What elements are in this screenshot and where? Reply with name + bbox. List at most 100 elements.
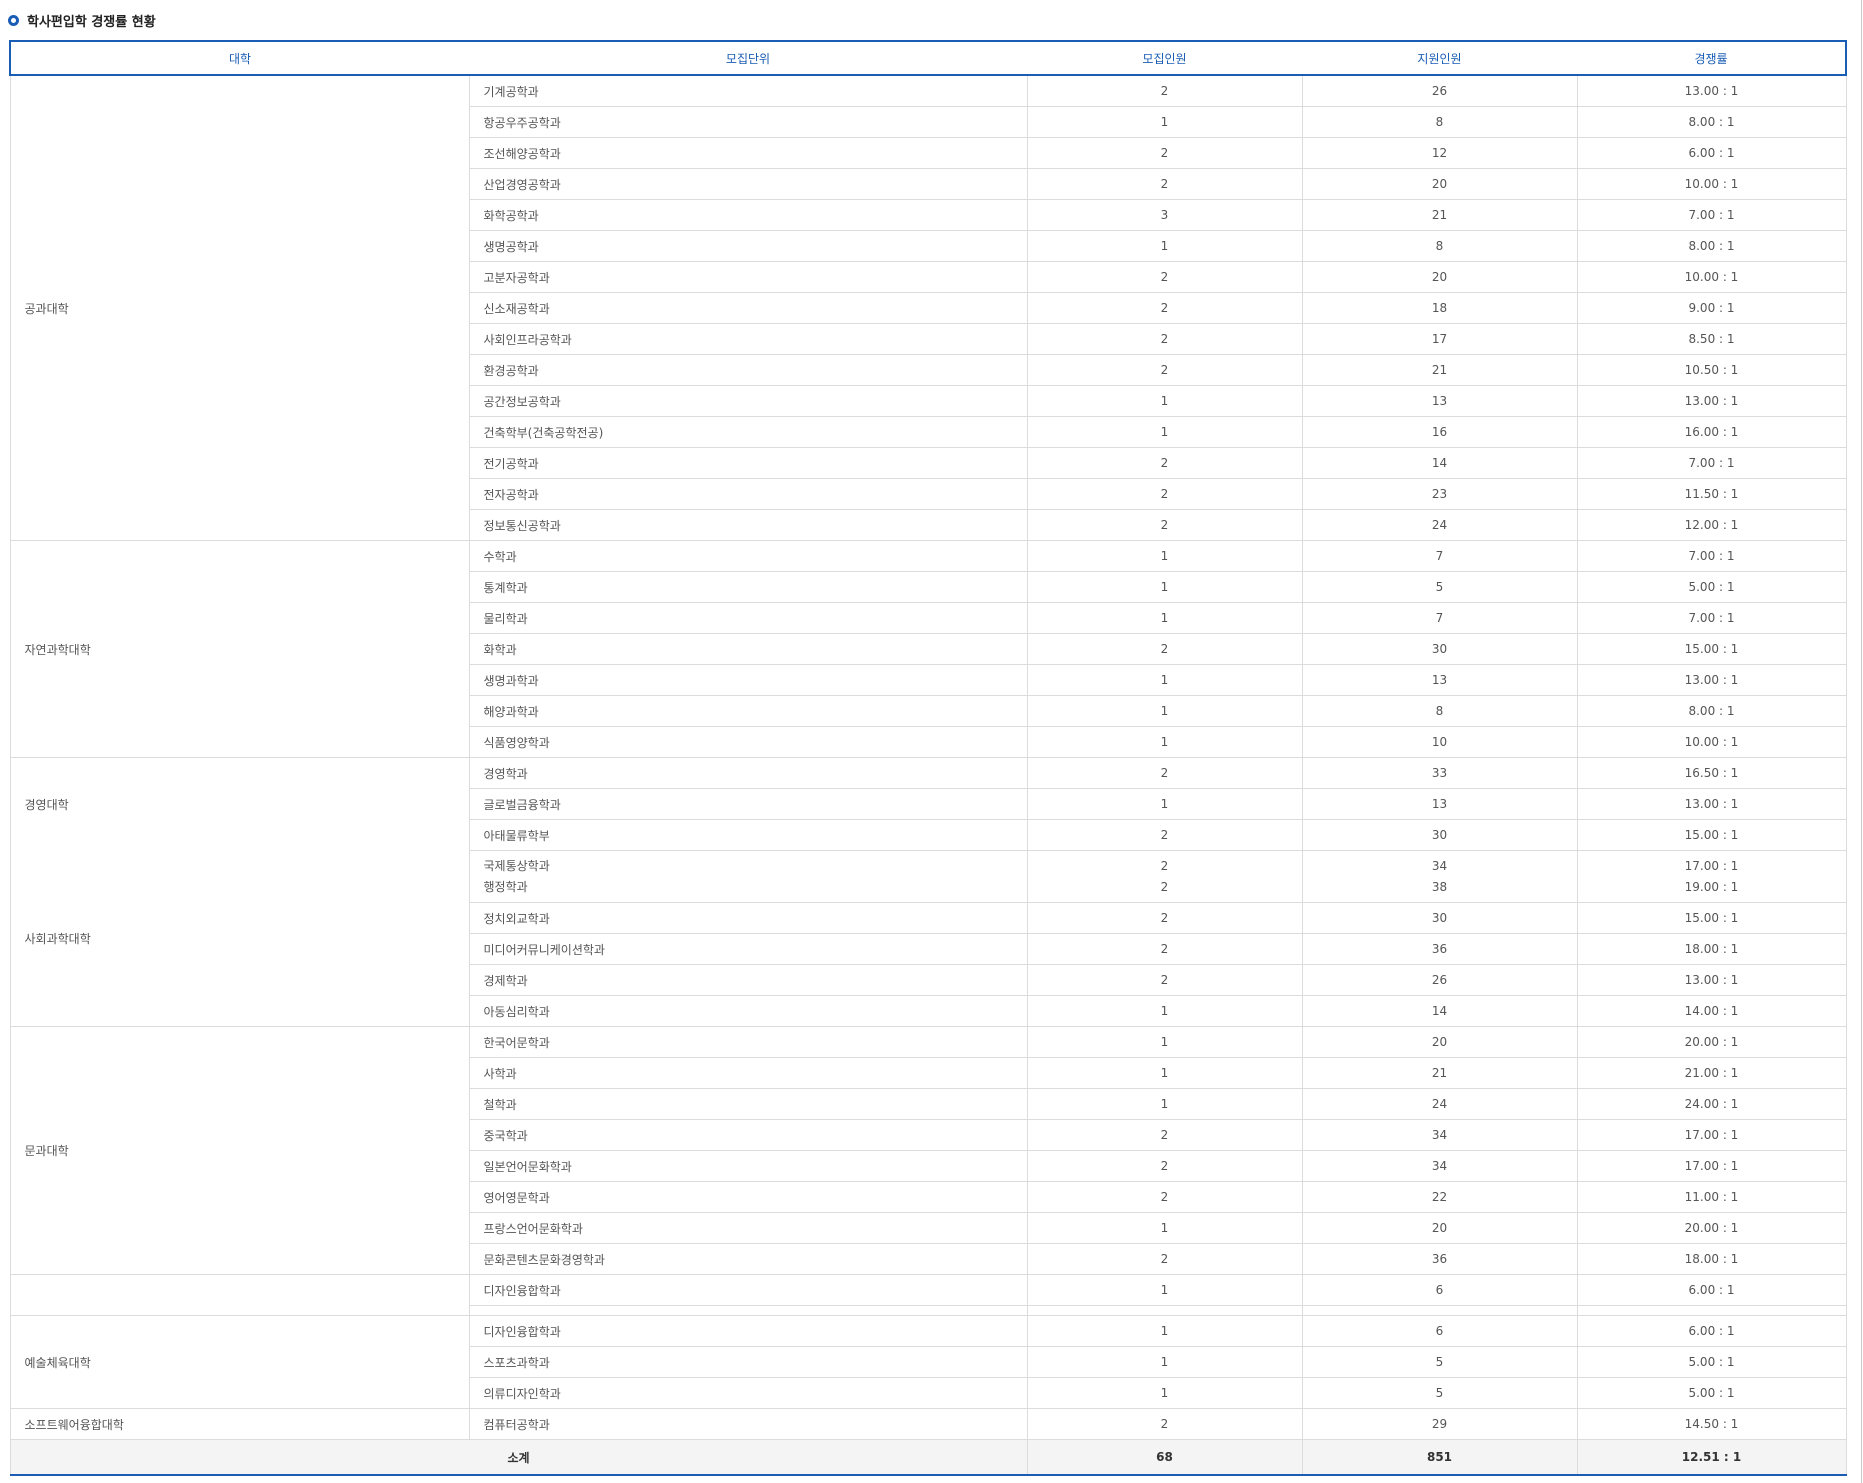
applicants-cell: 21 bbox=[1301, 354, 1578, 386]
table-row: 사회과학대학 국제통상학과 행정학과 2 2 34 38 17.00 : 1 19.00 : 1 bbox=[9, 850, 1847, 1027]
ratio-cell: 5.00 : 1 bbox=[1576, 1377, 1847, 1409]
table-row: 소프트웨어융합대학 컴퓨터공학과 2 29 14.50 : 1 bbox=[9, 1408, 1847, 1440]
quota-cell: 1 bbox=[1026, 106, 1303, 138]
unit-cell: 해양과학과 bbox=[468, 695, 1028, 727]
header-applicants: 지원인원 bbox=[1302, 40, 1577, 76]
table-row: 예술체육대학 디자인융합학과 1 6 6.00 : 1 bbox=[9, 1315, 1847, 1409]
ratio-cell: 15.00 : 1 bbox=[1576, 819, 1847, 851]
unit-cell: 정치외교학과 bbox=[468, 902, 1028, 934]
ratio-cell: 17.00 : 1 bbox=[1576, 1119, 1847, 1151]
ratio-cell: 18.00 : 1 bbox=[1576, 933, 1847, 965]
table-header: 대학 모집단위 모집인원 지원인원 경쟁률 bbox=[9, 40, 1847, 76]
table-row: 공과대학 기계공학과 2 26 13.00 : 1 bbox=[9, 74, 1847, 541]
ratio-cell: 14.00 : 1 bbox=[1576, 995, 1847, 1027]
quota-cell: 2 bbox=[1026, 137, 1303, 169]
applicants-cell: 26 bbox=[1301, 74, 1578, 107]
table-row: 문과대학 한국어문학과 1 20 20.00 : 1 bbox=[9, 1026, 1847, 1275]
unit-cell: 디자인융합학과 bbox=[468, 1274, 1028, 1306]
total-quota: 68 bbox=[1026, 1439, 1303, 1476]
unit-cell: 사회인프라공학과 bbox=[468, 323, 1028, 355]
header-college: 대학 bbox=[9, 40, 469, 76]
unit-cell: 디자인융합학과 bbox=[468, 1315, 1028, 1347]
unit-cell: 생명공학과 bbox=[468, 230, 1028, 262]
ratio-cell: 20.00 : 1 bbox=[1576, 1026, 1847, 1058]
unit-cell: 글로벌금융학과 bbox=[468, 788, 1028, 820]
ratio-cell: 13.00 : 1 bbox=[1576, 74, 1847, 107]
applicants-cell: 34 bbox=[1301, 1150, 1578, 1182]
applicants-cell: 22 bbox=[1301, 1181, 1578, 1213]
ratio-cell: 6.00 : 1 bbox=[1576, 1274, 1847, 1306]
unit-cell: 조선해양공학과 bbox=[468, 137, 1028, 169]
ratio-cell: 13.00 : 1 bbox=[1576, 788, 1847, 820]
quota-cell: 1 bbox=[1026, 602, 1303, 634]
unit-cell: 기계공학과 bbox=[468, 74, 1028, 107]
college-cell: 문과대학 bbox=[9, 1026, 470, 1275]
quota-cell: 2 bbox=[1026, 74, 1303, 107]
applicants-cell: 14 bbox=[1301, 995, 1578, 1027]
ratio-cell: 9.00 : 1 bbox=[1576, 292, 1847, 324]
ratio-cell: 7.00 : 1 bbox=[1576, 447, 1847, 479]
ratio-cell: 8.00 : 1 bbox=[1576, 695, 1847, 727]
unit-label: 행정학과 bbox=[483, 879, 528, 894]
ratio-cell: 8.00 : 1 bbox=[1576, 106, 1847, 138]
ratio-cell: 6.00 : 1 bbox=[1576, 137, 1847, 169]
ratio-cell: 5.00 : 1 bbox=[1576, 1346, 1847, 1378]
quota-cell: 1 bbox=[1026, 1377, 1303, 1409]
circle-bullet-icon bbox=[8, 14, 19, 26]
applicants-cell: 36 bbox=[1301, 933, 1578, 965]
unit-cell: 아동심리학과 bbox=[468, 995, 1028, 1027]
quota-cell: 2 bbox=[1026, 292, 1303, 324]
empty-cell bbox=[1026, 1305, 1303, 1316]
unit-cell: 전자공학과 bbox=[468, 478, 1028, 510]
unit-cell: 수학과 bbox=[468, 540, 1028, 572]
applicants-cell: 26 bbox=[1301, 964, 1578, 996]
unit-cell: 미디어커뮤니케이션학과 bbox=[468, 933, 1028, 965]
unit-cell: 전기공학과 bbox=[468, 447, 1028, 479]
quota-cell: 2 bbox=[1026, 447, 1303, 479]
quota-cell: 1 bbox=[1026, 1346, 1303, 1378]
quota-cell: 1 bbox=[1026, 416, 1303, 448]
ratio-cell: 6.00 : 1 bbox=[1576, 1315, 1847, 1347]
unit-cell: 건축학부(건축공학전공) bbox=[468, 416, 1028, 448]
applicants-cell: 30 bbox=[1301, 633, 1578, 665]
quota-cell: 2 bbox=[1026, 964, 1303, 996]
unit-cell: 신소재공학과 bbox=[468, 292, 1028, 324]
ratio-cell: 5.00 : 1 bbox=[1576, 571, 1847, 603]
unit-cell: 국제통상학과 행정학과 bbox=[468, 850, 1028, 903]
college-cell: 예술체육대학 bbox=[9, 1315, 470, 1409]
ratio-cell: 10.00 : 1 bbox=[1576, 168, 1847, 200]
applicants-cell: 8 bbox=[1301, 106, 1578, 138]
ratio-cell: 11.00 : 1 bbox=[1576, 1181, 1847, 1213]
applicants-cell: 21 bbox=[1301, 1057, 1578, 1089]
unit-cell: 화학공학과 bbox=[468, 199, 1028, 231]
competition-rate-table: 대학 모집단위 모집인원 지원인원 경쟁률 공과대학 기계공학과 2 26 13.00 … bbox=[9, 40, 1847, 1476]
table-body: 공과대학 기계공학과 2 26 13.00 : 1 항공우주공학과 1 8 8.00 : 1 조선… bbox=[9, 74, 1847, 1476]
unit-cell: 프랑스언어문화학과 bbox=[468, 1212, 1028, 1244]
unit-cell: 경제학과 bbox=[468, 964, 1028, 996]
college-cell: 사회과학대학 bbox=[9, 850, 470, 1027]
ratio-cell: 7.00 : 1 bbox=[1576, 199, 1847, 231]
applicants-cell: 5 bbox=[1301, 571, 1578, 603]
applicants-cell: 33 bbox=[1301, 757, 1578, 789]
quota-cell: 2 bbox=[1026, 1408, 1303, 1440]
college-cell: 경영대학 bbox=[9, 757, 470, 851]
unit-cell: 환경공학과 bbox=[468, 354, 1028, 386]
applicants-cell: 6 bbox=[1301, 1274, 1578, 1306]
ratio-cell: 15.00 : 1 bbox=[1576, 633, 1847, 665]
applicants-cell: 21 bbox=[1301, 199, 1578, 231]
applicants-cell: 8 bbox=[1301, 230, 1578, 262]
applicants-cell: 10 bbox=[1301, 726, 1578, 758]
unit-cell: 고분자공학과 bbox=[468, 261, 1028, 293]
unit-cell: 일본언어문화학과 bbox=[468, 1150, 1028, 1182]
empty-cell bbox=[1576, 1305, 1847, 1316]
applicants-cell: 12 bbox=[1301, 137, 1578, 169]
applicants-cell: 17 bbox=[1301, 323, 1578, 355]
quota-cell: 1 bbox=[1026, 788, 1303, 820]
applicants-cell: 23 bbox=[1301, 478, 1578, 510]
ratio-cell: 10.00 : 1 bbox=[1576, 261, 1847, 293]
quota-cell: 1 bbox=[1026, 1026, 1303, 1058]
quota-cell-value: 2 bbox=[1160, 879, 1169, 894]
quota-cell: 22 bbox=[1026, 850, 1303, 903]
applicants-cell: 24 bbox=[1301, 509, 1578, 541]
quota-cell: 1 bbox=[1026, 695, 1303, 727]
